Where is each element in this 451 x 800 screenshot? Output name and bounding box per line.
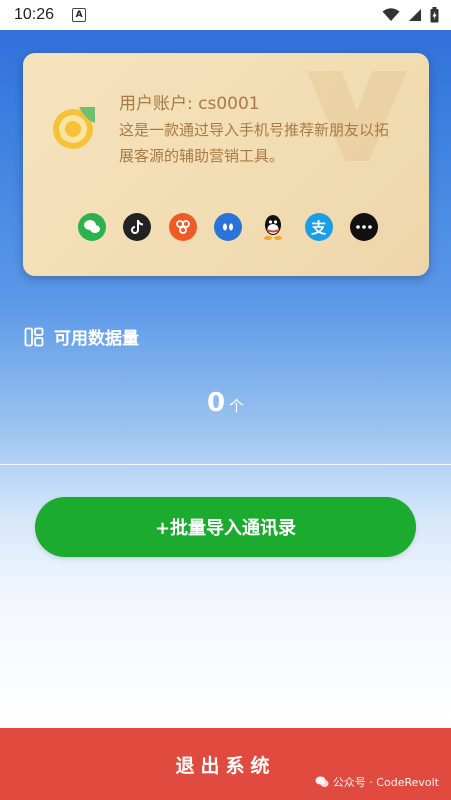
data-label-row: 可用数据量: [24, 324, 139, 349]
available-data-value: 0个: [0, 388, 451, 418]
alipay-icon[interactable]: 支: [304, 213, 333, 241]
divider: [0, 464, 451, 465]
app-logo-icon: [53, 107, 95, 149]
data-unit: 个: [229, 397, 245, 415]
data-count: 0: [206, 388, 226, 418]
account-card: 用户账户: cs0001 这是一款通过导入手机号推荐新朋友以拓展客源的辅助营销工…: [23, 53, 429, 276]
import-contacts-button[interactable]: +批量导入通讯录: [35, 497, 416, 557]
bubble-icon[interactable]: [213, 213, 242, 241]
status-bar: 10:26 A: [0, 0, 451, 30]
available-data-label: 可用数据量: [54, 329, 139, 349]
watermark: 公众号 · CodeRevolt: [315, 774, 439, 790]
wechat-icon[interactable]: [78, 213, 106, 241]
battery-charging-icon: [430, 7, 439, 23]
a-box-icon: A: [72, 8, 87, 22]
share-icons-row: 支: [78, 213, 378, 241]
signal-icon: [409, 9, 421, 21]
qq-icon[interactable]: [259, 213, 287, 241]
app-description: 这是一款通过导入手机号推荐新朋友以拓展客源的辅助营销工具。: [119, 121, 390, 165]
grid-icon: [24, 327, 44, 346]
wifi-icon: [382, 8, 400, 21]
weibo-icon[interactable]: [168, 213, 197, 241]
user-account-label: 用户账户: cs0001: [119, 94, 260, 114]
tiktok-icon[interactable]: [123, 213, 152, 241]
status-time: 10:26: [14, 6, 55, 23]
more-icon[interactable]: [349, 213, 378, 241]
wechat-official-icon: [315, 776, 329, 787]
status-icons: [382, 7, 439, 23]
watermark-text: 公众号 · CodeRevolt: [332, 776, 439, 789]
